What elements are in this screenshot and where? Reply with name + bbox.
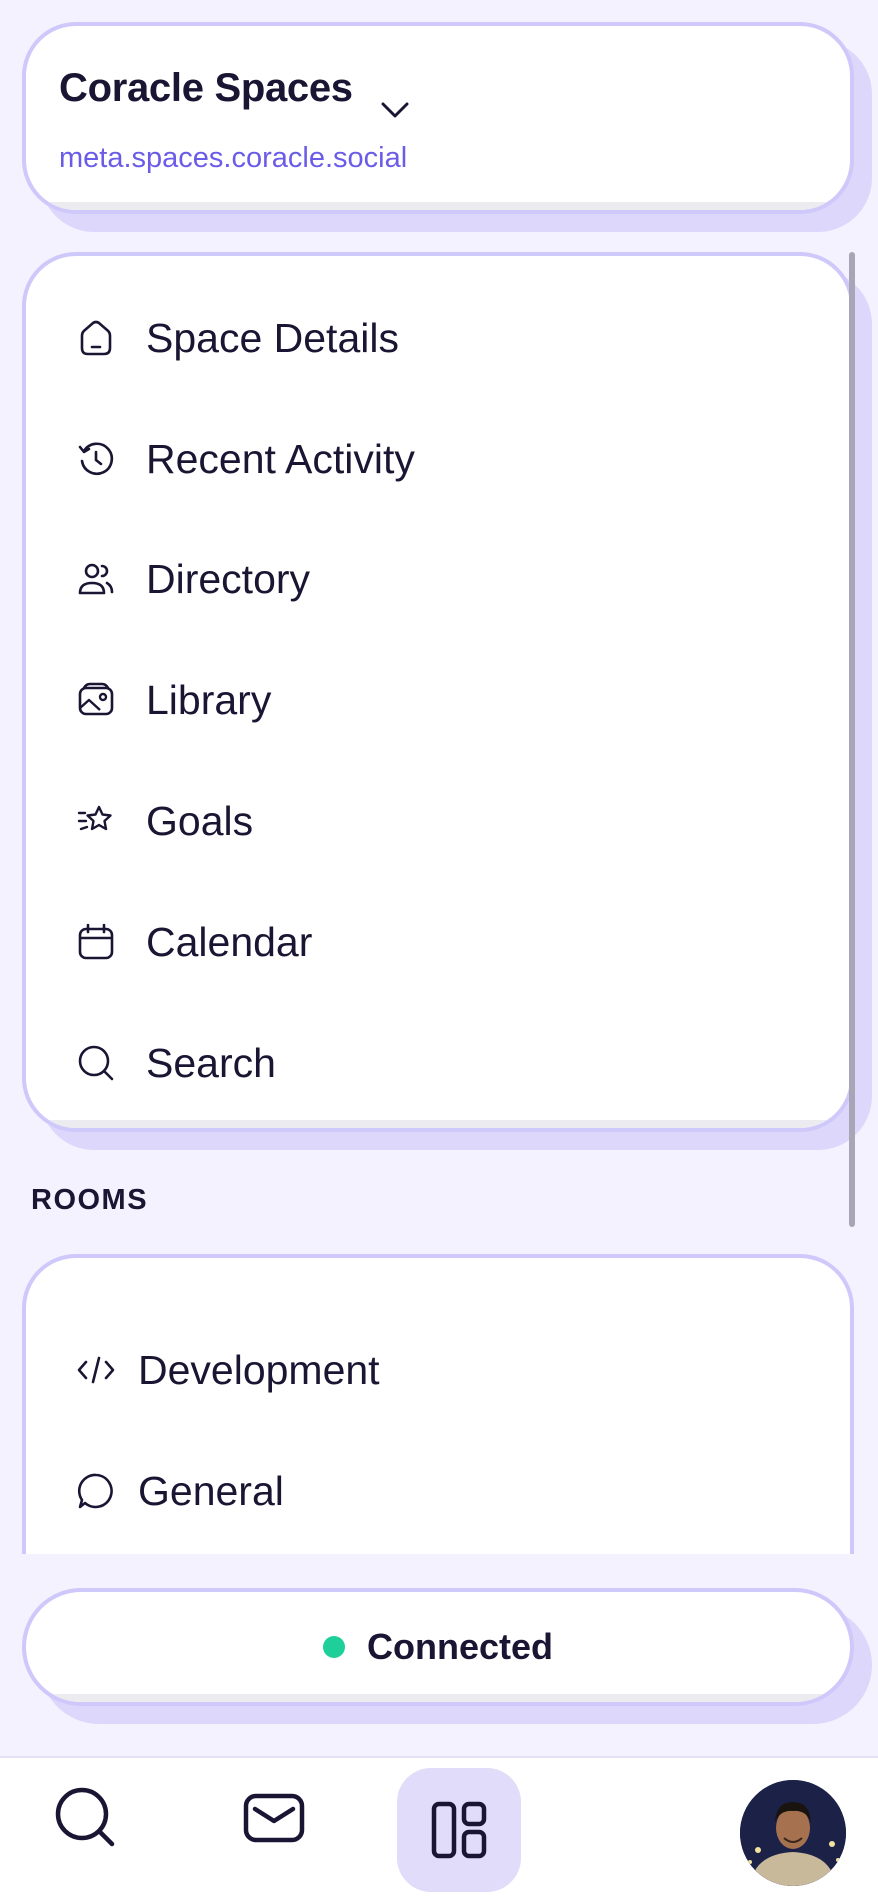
nav-label: Library bbox=[146, 676, 272, 723]
space-name: Coracle Spaces bbox=[59, 66, 353, 110]
nav-item-directory[interactable]: Directory bbox=[76, 547, 310, 611]
nav-item-search[interactable]: Search bbox=[76, 1031, 276, 1095]
room-item-development[interactable]: Development bbox=[76, 1338, 380, 1402]
scrollbar[interactable] bbox=[849, 252, 855, 1227]
nav-item-goals[interactable]: Goals bbox=[76, 789, 253, 853]
chat-bubble-icon bbox=[76, 1471, 116, 1511]
spaces-layout-icon bbox=[431, 1801, 487, 1859]
house-icon bbox=[76, 318, 116, 358]
space-nav-card: Space Details Recent Activity Directory … bbox=[22, 252, 854, 1132]
nav-item-calendar[interactable]: Calendar bbox=[76, 910, 312, 974]
bottom-search-button[interactable] bbox=[48, 1780, 124, 1856]
status-dot bbox=[322, 1636, 345, 1658]
avatar-image bbox=[740, 1780, 846, 1886]
nav-label: Search bbox=[146, 1039, 276, 1086]
room-item-general[interactable]: General bbox=[76, 1459, 284, 1523]
rooms-scroll-clip bbox=[0, 1556, 878, 1566]
code-icon bbox=[76, 1350, 116, 1390]
mail-icon bbox=[243, 1793, 305, 1843]
nav-item-space-details[interactable]: Space Details bbox=[76, 306, 399, 370]
room-label: Development bbox=[138, 1346, 380, 1393]
users-icon bbox=[76, 559, 116, 599]
room-label: General bbox=[138, 1467, 284, 1514]
space-url: meta.spaces.coracle.social bbox=[59, 142, 408, 174]
bottom-nav-bar bbox=[0, 1756, 878, 1902]
chevron-down-icon[interactable] bbox=[379, 98, 411, 122]
nav-item-library[interactable]: Library bbox=[76, 668, 271, 732]
connection-status-card[interactable]: Connected bbox=[22, 1588, 854, 1706]
history-icon bbox=[76, 439, 116, 479]
nav-item-recent-activity[interactable]: Recent Activity bbox=[76, 427, 415, 491]
nav-label: Recent Activity bbox=[146, 435, 415, 482]
star-fall-icon bbox=[76, 801, 116, 841]
bottom-messages-button[interactable] bbox=[236, 1780, 312, 1856]
search-icon bbox=[55, 1787, 115, 1847]
bottom-spaces-button[interactable] bbox=[397, 1768, 521, 1892]
space-switcher-card[interactable]: Coracle Spaces meta.spaces.coracle.socia… bbox=[22, 22, 854, 214]
rooms-heading: ROOMS bbox=[31, 1184, 149, 1216]
calendar-icon bbox=[76, 922, 116, 962]
gallery-icon bbox=[76, 680, 116, 720]
nav-label: Space Details bbox=[146, 314, 399, 361]
nav-label: Directory bbox=[146, 555, 311, 602]
avatar[interactable] bbox=[740, 1780, 846, 1886]
search-icon bbox=[76, 1043, 116, 1083]
rooms-card: Development General bbox=[22, 1254, 854, 1554]
status-label: Connected bbox=[366, 1626, 553, 1667]
nav-label: Goals bbox=[146, 797, 254, 844]
nav-label: Calendar bbox=[146, 918, 313, 965]
